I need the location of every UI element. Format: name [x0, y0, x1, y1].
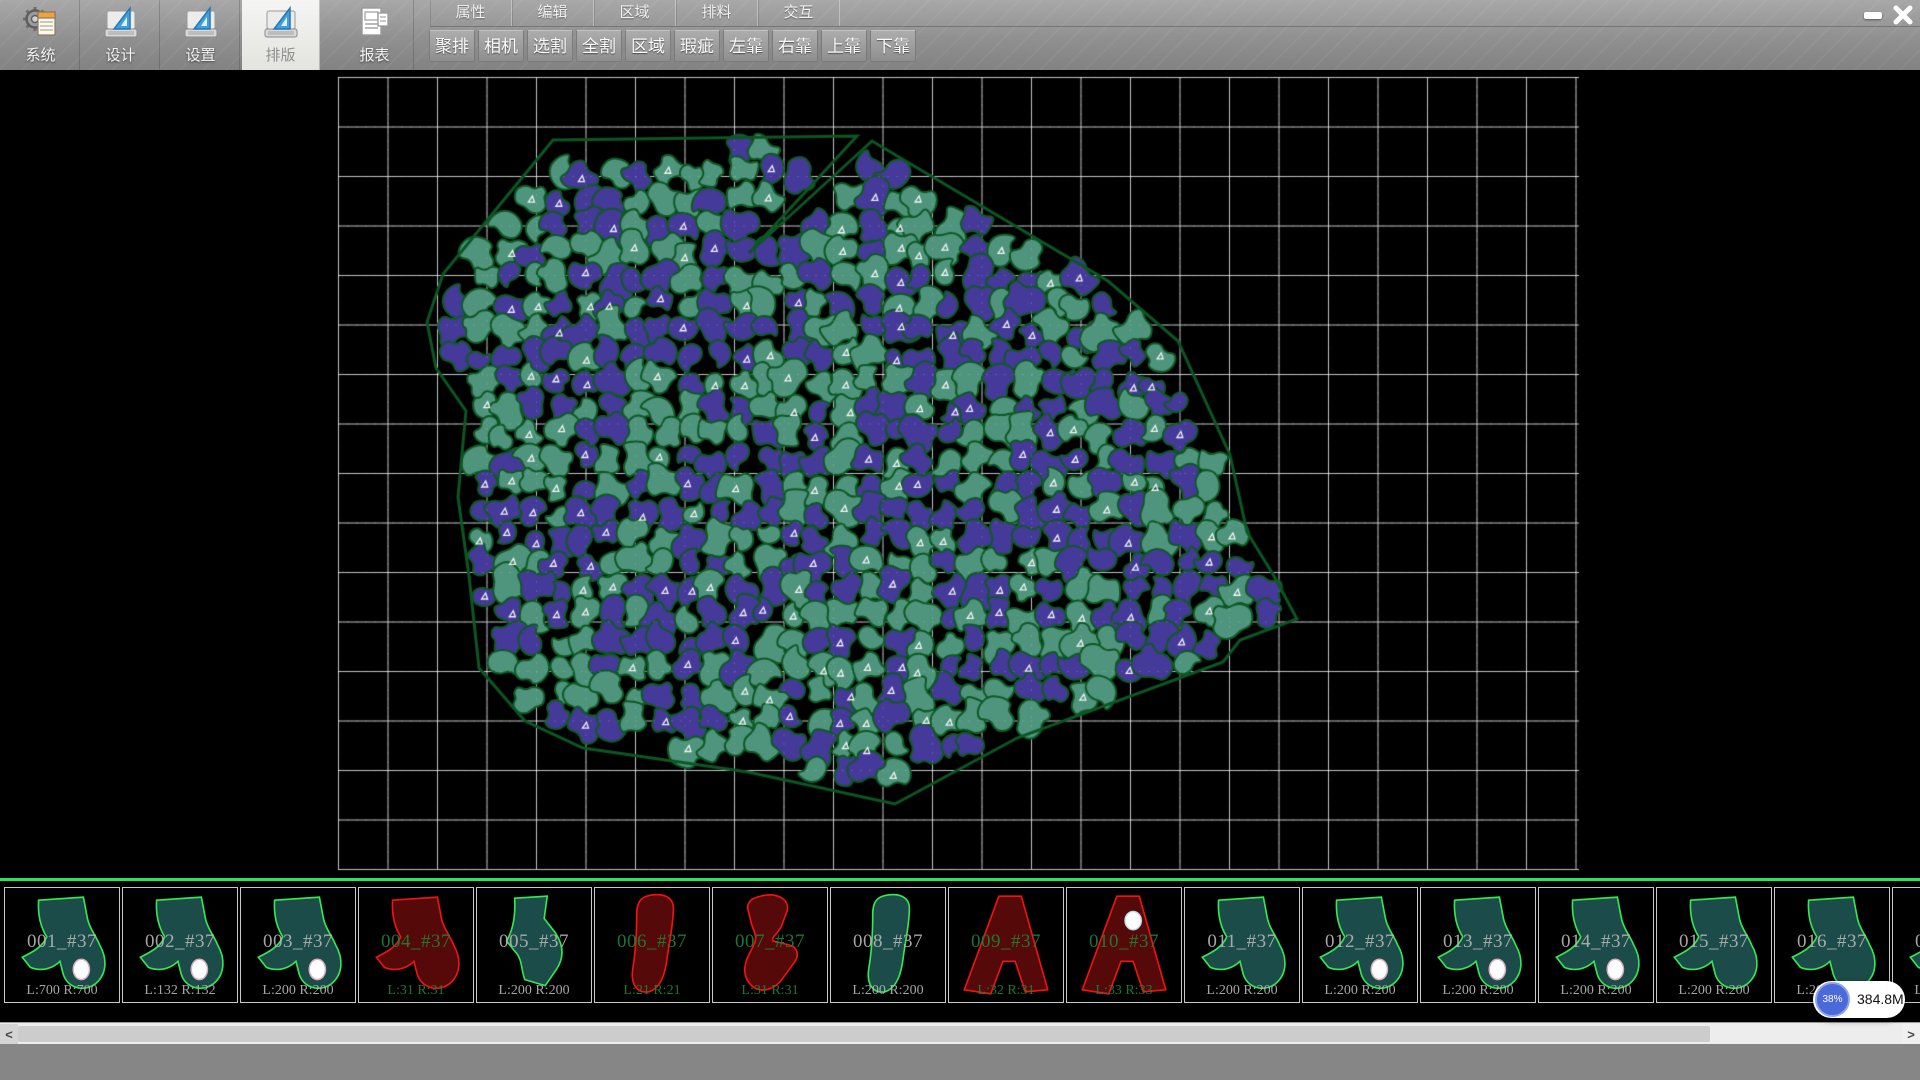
thumbnail-item[interactable]: 013_#37 L:200 R:200	[1420, 887, 1536, 1003]
tool-button-3[interactable]: 选割	[527, 30, 573, 62]
nav-button-1[interactable]: 系统	[2, 0, 80, 70]
tool-button-4[interactable]: 全割	[576, 30, 622, 62]
system-gear-icon	[21, 4, 61, 42]
menu-tab-2[interactable]: 编辑	[512, 0, 594, 26]
thumbnail-item[interactable]: 002_#37 L:132 R:132	[122, 887, 238, 1003]
piece-lr-count: L:31 R:31	[359, 983, 473, 999]
piece-id-label: 011_#37	[1185, 931, 1299, 953]
piece-id-label: 007_#37	[713, 931, 827, 953]
ruler-laptop-icon	[181, 4, 221, 42]
minimize-button[interactable]	[1858, 2, 1888, 28]
nav-button-label: 报表	[359, 44, 389, 65]
piece-lr-count: L:33 R:33	[1067, 983, 1181, 999]
scroll-right-button[interactable]: >	[1902, 1024, 1920, 1044]
thumbnail-item[interactable]: 009_#37 L:32 R:31	[948, 887, 1064, 1003]
nav-button-4[interactable]: 排版	[242, 0, 320, 70]
piece-id-label: 014_#37	[1539, 931, 1653, 953]
scroll-left-button[interactable]: <	[0, 1024, 18, 1044]
piece-id-label: 005_#37	[477, 931, 591, 953]
progress-indicator: 38% 384.8M	[1813, 981, 1905, 1018]
horizontal-scrollbar[interactable]: < >	[0, 1022, 1920, 1044]
piece-lr-count: L:200 R:200	[1539, 983, 1653, 999]
piece-lr-count: L:700 R:700	[5, 983, 119, 999]
menu-tab-1[interactable]: 属性	[430, 0, 512, 26]
progress-circle: 38%	[1815, 982, 1850, 1017]
ruler-laptop-icon	[261, 4, 301, 42]
thumbnail-item[interactable]: 007_#37 L:31 R:31	[712, 887, 828, 1003]
piece-lr-count: L:31 R:31	[713, 983, 827, 999]
nesting-workspace	[0, 70, 1920, 878]
progress-percent: 38%	[1822, 994, 1842, 1005]
tool-button-2[interactable]: 相机	[478, 30, 524, 62]
thumbnail-item[interactable]: 004_#37 L:31 R:31	[358, 887, 474, 1003]
piece-lr-count: L:200 R:200	[1657, 983, 1771, 999]
thumbnail-item[interactable]: 014_#37 L:200 R:200	[1538, 887, 1654, 1003]
piece-id-label: 015_#37	[1657, 931, 1771, 953]
tool-button-1[interactable]: 聚排	[429, 30, 475, 62]
piece-id-label: 012_#37	[1303, 931, 1417, 953]
tool-button-10[interactable]: 下靠	[870, 30, 916, 62]
piece-lr-count: L:200 R:200	[1421, 983, 1535, 999]
piece-lr-count: L:200 R:200	[1185, 983, 1299, 999]
close-icon	[1892, 4, 1914, 26]
close-button[interactable]	[1888, 2, 1918, 28]
ruler-laptop-icon	[101, 4, 141, 42]
piece-id-label: 016_#37	[1775, 931, 1889, 953]
nav-button-label: 设计	[105, 44, 135, 65]
nav-button-label: 排版	[265, 44, 295, 65]
piece-id-label: 002_#37	[123, 931, 237, 953]
piece-id-label: 008_#37	[831, 931, 945, 953]
menu-tab-3[interactable]: 区域	[594, 0, 676, 26]
tool-button-row: 聚排相机选割全割区域瑕疵左靠右靠上靠下靠	[429, 30, 916, 62]
nav-button-label: 设置	[185, 44, 215, 65]
piece-lr-count: L:200 R:200	[477, 983, 591, 999]
piece-thumbnail-strip: 001_#37L:700 R:700002_#37L:132 R:132003_…	[0, 881, 1920, 1022]
thumbnail-item[interactable]: 006_#37 L:21 R:21	[594, 887, 710, 1003]
piece-lr-count: L:32 R:31	[949, 983, 1063, 999]
tool-button-6[interactable]: 瑕疵	[674, 30, 720, 62]
status-bar	[0, 1044, 1920, 1080]
piece-id-label: 006_#37	[595, 931, 709, 953]
window-controls	[1858, 2, 1918, 28]
app-window: 系统设计设置排版报表 属性编辑区域排料交互 聚排相机选割全割区域瑕疵左靠右靠上靠…	[0, 0, 1920, 1080]
menu-tab-5[interactable]: 交互	[758, 0, 840, 26]
piece-lr-count: L:200 R:200	[831, 983, 945, 999]
nav-button-3[interactable]: 设置	[162, 0, 240, 70]
thumbnail-item[interactable]: 012_#37 L:200 R:200	[1302, 887, 1418, 1003]
piece-id-label: 010_#37	[1067, 931, 1181, 953]
report-document-icon	[355, 4, 395, 42]
tool-button-7[interactable]: 左靠	[723, 30, 769, 62]
piece-lr-count: L:21 R:21	[595, 983, 709, 999]
thumbnail-item[interactable]: 003_#37 L:200 R:200	[240, 887, 356, 1003]
thumbnail-item[interactable]: 005_#37 L:200 R:200	[476, 887, 592, 1003]
nesting-canvas[interactable]	[333, 70, 1583, 878]
nav-button-2[interactable]: 设计	[82, 0, 160, 70]
menu-tab-row: 属性编辑区域排料交互	[430, 0, 1920, 27]
top-toolbar: 系统设计设置排版报表 属性编辑区域排料交互 聚排相机选割全割区域瑕疵左靠右靠上靠…	[0, 0, 1920, 70]
minimize-icon	[1864, 12, 1882, 19]
thumbnail-item[interactable]: 011_#37 L:200 R:200	[1184, 887, 1300, 1003]
piece-id-label: 001_#37	[5, 931, 119, 953]
menu-tab-4[interactable]: 排料	[676, 0, 758, 26]
piece-lr-count: L:132 R:132	[123, 983, 237, 999]
scrollbar-thumb[interactable]	[18, 1026, 1710, 1042]
piece-id-label: 013_#37	[1421, 931, 1535, 953]
nav-button-5[interactable]: 报表	[336, 0, 414, 70]
piece-id-label: 009_#37	[949, 931, 1063, 953]
tool-button-8[interactable]: 右靠	[772, 30, 818, 62]
piece-id-label: 017_#37	[1893, 931, 1920, 953]
thumbnail-item[interactable]: 015_#37 L:200 R:200	[1656, 887, 1772, 1003]
piece-lr-count: L:200 R:200	[241, 983, 355, 999]
memory-usage: 384.8M	[1857, 981, 1904, 1018]
piece-id-label: 004_#37	[359, 931, 473, 953]
tool-button-9[interactable]: 上靠	[821, 30, 867, 62]
tool-button-5[interactable]: 区域	[625, 30, 671, 62]
thumbnail-item[interactable]: 010_#37 L:33 R:33	[1066, 887, 1182, 1003]
thumbnail-item[interactable]: 001_#37 L:700 R:700	[4, 887, 120, 1003]
thumbnail-item[interactable]: 008_#37 L:200 R:200	[830, 887, 946, 1003]
piece-id-label: 003_#37	[241, 931, 355, 953]
piece-lr-count: L:200 R:200	[1303, 983, 1417, 999]
nav-button-label: 系统	[25, 44, 55, 65]
